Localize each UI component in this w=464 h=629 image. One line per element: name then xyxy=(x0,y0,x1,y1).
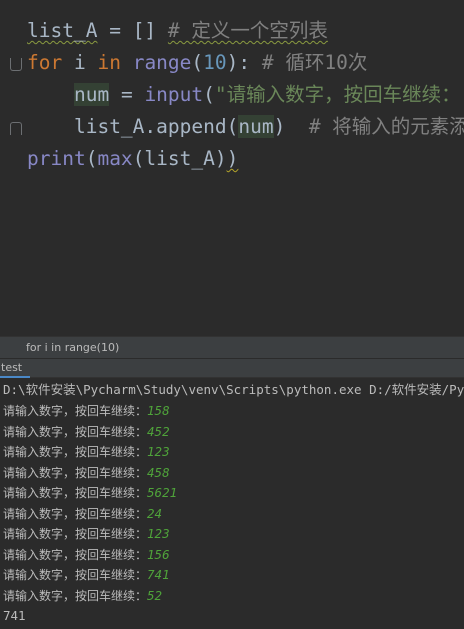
indent-token xyxy=(27,83,74,106)
keyword-token: for xyxy=(27,51,63,74)
comment-token: # 定义一个空列表 xyxy=(167,19,328,42)
builtin-token: print xyxy=(27,147,86,170)
user-input-value: 452 xyxy=(147,423,170,439)
console-line: 请输入数字，按回车继续：123 xyxy=(3,442,170,462)
builtin-token: range xyxy=(132,51,192,74)
user-input-value: 123 xyxy=(147,444,170,459)
prompt-text: 请输入数字，按回车继续： xyxy=(3,486,148,500)
operator-token: = xyxy=(97,19,133,42)
paren-token: ( xyxy=(191,51,204,74)
code-line-1[interactable]: list_A = [] # 定义一个空列表 xyxy=(27,15,328,47)
operator-token: = xyxy=(109,83,145,106)
console-line: 请输入数字，按回车继续：741 xyxy=(3,565,170,585)
prompt-text: 请输入数字，按回车继续： xyxy=(3,588,148,603)
prompt-text: 请输入数字，按回车继续： xyxy=(3,506,148,521)
prompt-text: 请输入数字，按回车继续： xyxy=(3,547,148,562)
prompt-text: 请输入数字，按回车继续： xyxy=(3,404,148,418)
paren-token: ( xyxy=(203,83,215,106)
prompt-text: 请输入数字，按回车继续： xyxy=(3,445,148,459)
code-line-3[interactable]: num = input("请输入数字，按回车继续： xyxy=(27,79,461,111)
code-editor[interactable]: list_A = [] # 定义一个空列表 for i in range(10)… xyxy=(0,0,464,336)
run-console[interactable]: D:\软件安装\Pycharm\Study\venv\Scripts\pytho… xyxy=(0,378,464,629)
user-input-value: 52 xyxy=(147,587,163,603)
paren-token: ): xyxy=(226,51,251,74)
indent-token xyxy=(27,115,74,138)
paren-token: ) xyxy=(273,115,286,138)
bracket-token: [] xyxy=(132,19,157,42)
code-line-5[interactable]: print(max(list_A)) xyxy=(27,143,238,175)
prompt-text: 请输入数字，按回车继续： xyxy=(3,465,148,480)
result-output: 741 xyxy=(3,608,26,623)
user-input-value: 5621 xyxy=(147,485,178,500)
user-input-value: 156 xyxy=(147,546,170,562)
prompt-text: 请输入数字，按回车继续： xyxy=(3,568,148,582)
command-line: D:\软件安装\Pycharm\Study\venv\Scripts\pytho… xyxy=(3,382,464,397)
comment-token: # 循环10次 xyxy=(261,51,368,74)
variable-token: num xyxy=(238,115,274,138)
user-input-value: 741 xyxy=(147,567,170,582)
run-tab[interactable]: test xyxy=(0,359,31,378)
variable-token: list_A xyxy=(27,19,98,42)
console-line: 请输入数字，按回车继续：123 xyxy=(3,524,170,544)
user-input-value: 158 xyxy=(147,403,170,418)
console-line: 请输入数字，按回车继续：52 xyxy=(3,586,162,606)
string-token: "请输入数字，按回车继续： xyxy=(214,83,461,106)
console-line: 请输入数字，按回车继续：452 xyxy=(3,422,170,442)
identifier-token: i xyxy=(62,51,98,74)
number-token: 10 xyxy=(203,51,227,74)
fold-end-icon[interactable] xyxy=(10,122,22,135)
variable-token: num xyxy=(73,83,110,106)
breadcrumb[interactable]: for i in range(10) xyxy=(0,336,464,358)
code-line-4[interactable]: list_A.append(num) # 将输入的元素添 xyxy=(27,111,464,143)
builtin-token: input xyxy=(144,83,204,106)
method-call-token: list_A.append( xyxy=(73,115,239,138)
prompt-text: 请输入数字，按回车继续： xyxy=(3,527,148,541)
user-input-value: 123 xyxy=(147,526,170,541)
console-line: 请输入数字，按回车继续：158 xyxy=(3,401,170,421)
user-input-value: 24 xyxy=(147,505,163,521)
prompt-text: 请输入数字，按回车继续： xyxy=(3,424,148,439)
console-line: 请输入数字，按回车继续：5621 xyxy=(3,483,177,503)
code-line-2[interactable]: for i in range(10): # 循环10次 xyxy=(27,47,367,79)
fold-start-icon[interactable] xyxy=(10,58,22,71)
keyword-token: in xyxy=(97,51,121,74)
console-line: 请输入数字，按回车继续：24 xyxy=(3,504,162,524)
comment-token: # 将输入的元素添 xyxy=(308,115,464,138)
builtin-token: max xyxy=(97,147,133,170)
paren-token: ) xyxy=(226,147,239,170)
run-tool-header: test xyxy=(0,358,464,378)
user-input-value: 458 xyxy=(147,464,170,480)
console-line: 请输入数字，按回车继续：156 xyxy=(3,545,170,565)
console-line: 请输入数字，按回车继续：458 xyxy=(3,463,170,483)
paren-token: ( xyxy=(85,147,98,170)
argument-token: (list_A) xyxy=(132,147,227,170)
